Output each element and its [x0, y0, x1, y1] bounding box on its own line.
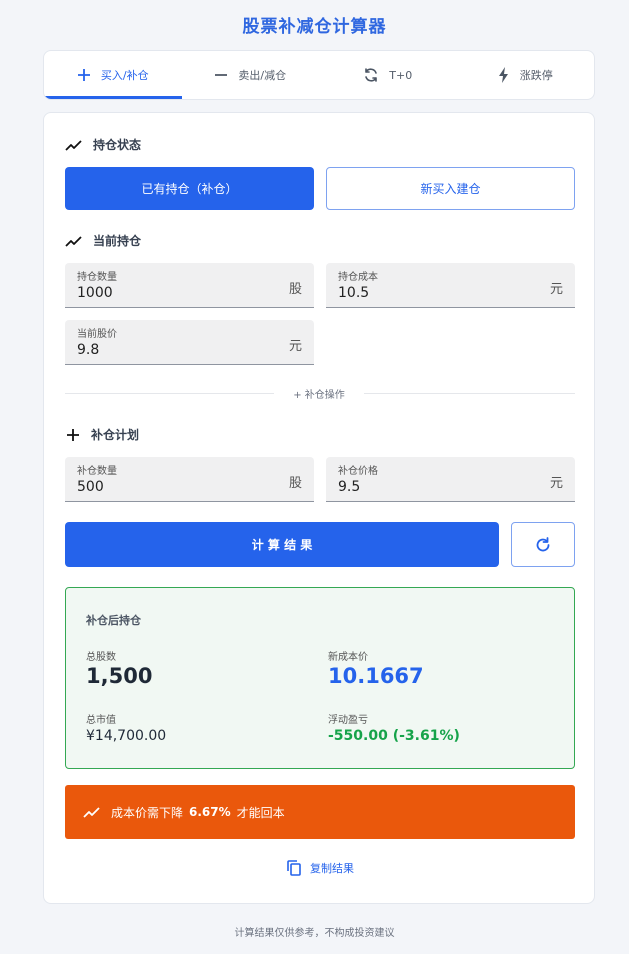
- field-value: 9.8: [77, 342, 100, 358]
- copy-icon: [286, 859, 302, 877]
- minus-icon: [214, 68, 228, 82]
- new-position-button[interactable]: 新买入建仓: [326, 167, 575, 210]
- alert-suffix: 才能回本: [236, 805, 285, 820]
- tab-bar: 买入/补仓 卖出/减仓 T+0 涨跌停: [43, 50, 595, 100]
- page-title: 股票补减仓计算器: [242, 17, 387, 37]
- market-value-label: 总市值: [86, 715, 116, 726]
- holding-cost-field[interactable]: 持仓成本 10.5 元: [326, 263, 575, 308]
- field-unit: 股: [288, 282, 302, 297]
- tab-t0[interactable]: T+0: [319, 51, 457, 99]
- tab-sell[interactable]: 卖出/减仓: [182, 51, 320, 99]
- total-shares-label: 总股数: [86, 652, 116, 663]
- result-title: 补仓后持仓: [86, 614, 141, 627]
- tab-limit[interactable]: 涨跌停: [457, 51, 595, 99]
- field-label: 补仓数量: [77, 466, 117, 477]
- section-current-position: 当前持仓: [65, 232, 141, 249]
- tab-buy[interactable]: 买入/补仓: [44, 51, 182, 99]
- market-value-value: ¥14,700.00: [86, 728, 167, 744]
- field-value: 500: [77, 479, 104, 495]
- tab-sell-label: 卖出/减仓: [238, 69, 287, 82]
- trend-icon: [83, 806, 101, 818]
- new-cost-value: 10.1667: [328, 664, 424, 688]
- holding-shares-field[interactable]: 持仓数量 1000 股: [65, 263, 314, 308]
- plus-icon: [65, 427, 81, 443]
- alert-value: 6.67%: [189, 805, 231, 819]
- field-label: 持仓成本: [338, 272, 378, 283]
- current-price-field[interactable]: 当前股价 9.8 元: [65, 320, 314, 365]
- field-label: 当前股价: [77, 329, 117, 340]
- add-shares-field[interactable]: 补仓数量 500 股: [65, 457, 314, 502]
- existing-position-button[interactable]: 已有持仓（补仓）: [65, 167, 314, 210]
- plus-icon: [77, 68, 91, 82]
- field-value: 1000: [77, 285, 113, 301]
- field-unit: 元: [288, 339, 302, 354]
- breakeven-alert: 成本价需下降 6.67% 才能回本: [65, 785, 575, 839]
- field-unit: 元: [549, 476, 563, 491]
- section-position-status: 持仓状态: [65, 136, 141, 153]
- tab-t0-label: T+0: [389, 68, 413, 82]
- section-title: 补仓计划: [91, 428, 140, 442]
- field-unit: 股: [288, 476, 302, 491]
- tab-buy-label: 买入/补仓: [100, 69, 149, 82]
- add-price-field[interactable]: 补仓价格 9.5 元: [326, 457, 575, 502]
- section-title: 持仓状态: [93, 138, 142, 152]
- new-cost-label: 新成本价: [328, 652, 368, 663]
- refresh-icon: [535, 536, 551, 553]
- reset-button[interactable]: [511, 522, 575, 567]
- section-title: 当前持仓: [93, 234, 142, 248]
- pnl-value: -550.00 (-3.61%): [328, 728, 460, 744]
- trend-icon: [65, 235, 83, 247]
- tab-limit-label: 涨跌停: [519, 69, 553, 82]
- result-panel: 补仓后持仓 总股数 1,500 新成本价 10.1667 总市值 ¥14,700…: [65, 587, 575, 769]
- field-value: 10.5: [338, 285, 370, 301]
- bolt-icon: [498, 67, 510, 83]
- total-shares-value: 1,500: [86, 664, 153, 688]
- section-plan: 补仓计划: [65, 426, 139, 443]
- copy-result-button[interactable]: 复制结果: [44, 859, 596, 877]
- calculator-card: 持仓状态 已有持仓（补仓） 新买入建仓 当前持仓 持仓数量 1000 股 持仓成…: [43, 112, 595, 904]
- field-value: 9.5: [338, 479, 361, 495]
- disclaimer: 计算结果仅供参考，不构成投资建议: [234, 928, 395, 939]
- copy-label: 复制结果: [310, 862, 354, 875]
- field-unit: 元: [549, 282, 563, 297]
- pnl-label: 浮动盈亏: [328, 715, 368, 726]
- alert-prefix: 成本价需下降: [111, 805, 184, 820]
- calculate-button[interactable]: 计 算 结 果: [65, 522, 499, 567]
- field-label: 持仓数量: [77, 272, 117, 283]
- refresh-icon: [363, 67, 379, 83]
- divider-label: + 补仓操作: [274, 386, 364, 401]
- trend-icon: [65, 139, 83, 151]
- field-label: 补仓价格: [338, 466, 378, 477]
